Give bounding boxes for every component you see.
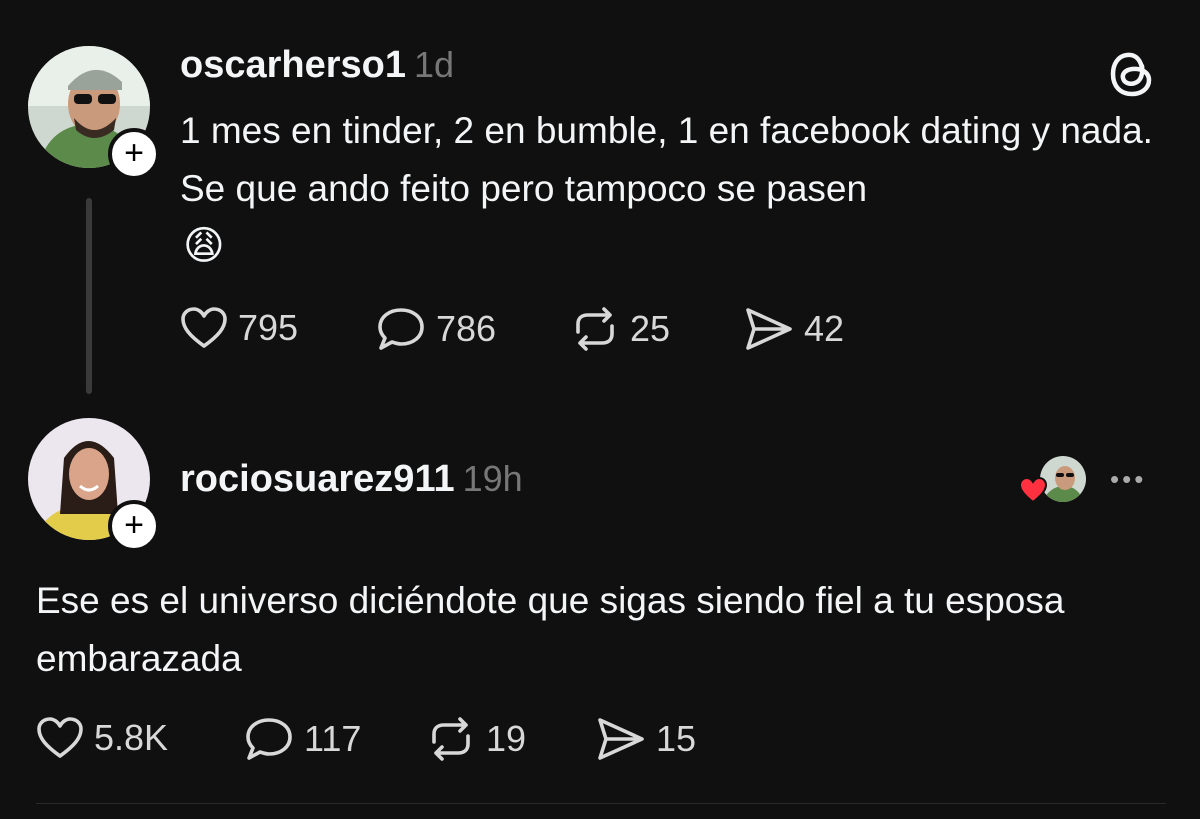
share-button[interactable]: 42 bbox=[744, 306, 844, 352]
post-text: 1 mes en tinder, 2 en bumble, 1 en faceb… bbox=[180, 110, 1153, 209]
send-icon bbox=[746, 308, 792, 350]
liked-by-author-indicator bbox=[1018, 456, 1088, 506]
like-button[interactable]: 795 bbox=[180, 306, 298, 350]
post-header: oscarherso1 1d bbox=[180, 44, 454, 87]
heart-filled-icon bbox=[1018, 476, 1048, 504]
more-options-icon[interactable]: ••• bbox=[1110, 464, 1146, 495]
post-actions: 795 786 25 42 bbox=[180, 306, 880, 356]
repost-count: 19 bbox=[486, 718, 527, 759]
like-count: 5.8K bbox=[94, 717, 169, 758]
heart-icon bbox=[181, 307, 227, 348]
like-count: 795 bbox=[238, 307, 299, 348]
threads-logo-icon[interactable] bbox=[1110, 48, 1154, 103]
comment-icon bbox=[378, 308, 424, 350]
reply-username[interactable]: rociosuarez911 bbox=[180, 458, 455, 500]
follow-plus-icon[interactable]: + bbox=[108, 128, 160, 180]
share-count: 15 bbox=[656, 718, 697, 759]
reply-time: 19h bbox=[462, 458, 523, 499]
repost-icon bbox=[432, 717, 470, 761]
comment-icon bbox=[246, 718, 292, 760]
repost-icon bbox=[576, 307, 614, 351]
repost-button[interactable]: 19 bbox=[426, 716, 526, 762]
follow-plus-icon[interactable]: + bbox=[108, 500, 160, 552]
repost-count: 25 bbox=[630, 308, 671, 349]
reply-header: rociosuarez911 19h bbox=[180, 458, 523, 501]
post-username[interactable]: oscarherso1 bbox=[180, 44, 406, 86]
reply-button[interactable]: 117 bbox=[244, 716, 361, 762]
like-button[interactable]: 5.8K bbox=[36, 716, 168, 760]
post-time: 1d bbox=[414, 44, 455, 85]
weary-face-emoji: 😩 bbox=[183, 224, 225, 268]
heart-icon bbox=[37, 717, 83, 758]
share-button[interactable]: 15 bbox=[596, 716, 696, 762]
repost-button[interactable]: 25 bbox=[570, 306, 670, 352]
thread-line bbox=[86, 198, 92, 394]
reply-actions: 5.8K 117 19 15 bbox=[36, 716, 736, 766]
divider bbox=[36, 803, 1166, 804]
reply-button[interactable]: 786 bbox=[376, 306, 496, 352]
reply-count: 117 bbox=[304, 718, 362, 759]
reply-text: Ese es el universo diciéndote que sigas … bbox=[36, 580, 1065, 679]
send-icon bbox=[598, 718, 644, 760]
share-count: 42 bbox=[804, 308, 845, 349]
reply-count: 786 bbox=[436, 308, 497, 349]
